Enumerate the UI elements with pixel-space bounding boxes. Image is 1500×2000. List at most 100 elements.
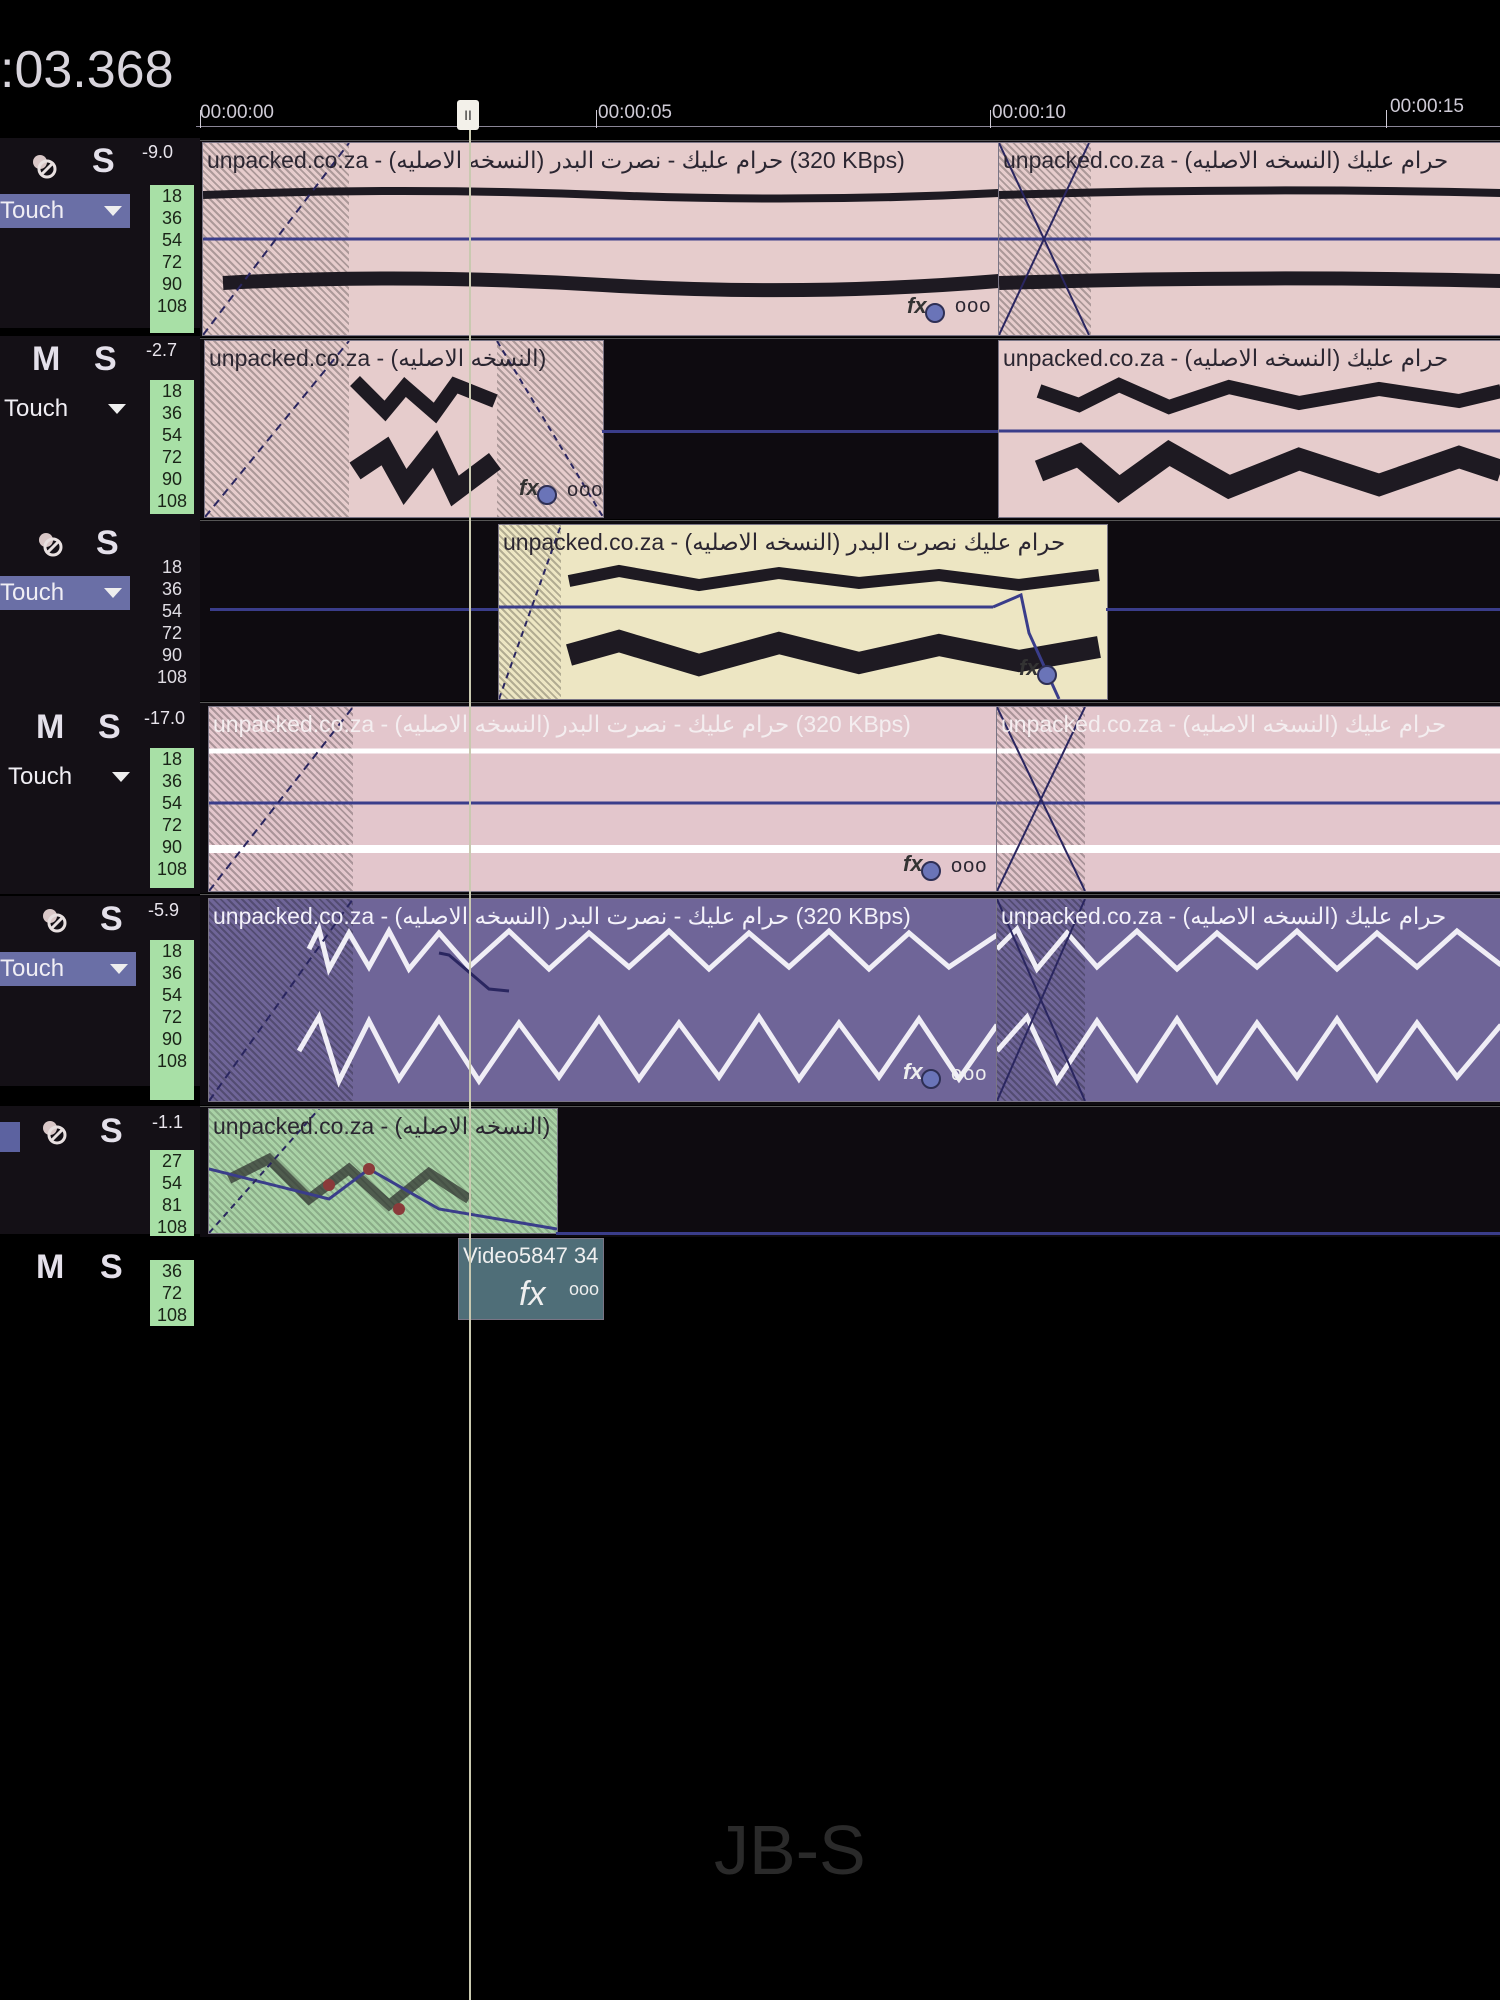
audio-clip[interactable]: unpacked.co.za - (النسخه الاصليه) حرام ع… [996, 706, 1500, 892]
chevron-down-icon [108, 404, 126, 414]
meter-tick: 72 [161, 447, 183, 467]
level-meter: 18 36 54 72 90 108 [150, 380, 194, 514]
automation-mode-dropdown[interactable] [0, 1122, 20, 1152]
timecode-display: :03.368 [0, 41, 174, 99]
solo-button[interactable]: S [94, 340, 117, 379]
meter-tick: 36 [161, 771, 183, 791]
level-meter: 36 72 108 [150, 1260, 194, 1326]
meter-tick: 108 [156, 1217, 188, 1237]
solo-button[interactable]: S [98, 708, 121, 747]
chevron-down-icon [104, 206, 122, 216]
fx-label: fx [907, 293, 927, 318]
volume-envelope[interactable] [556, 1232, 1500, 1235]
meter-tick: 108 [156, 859, 188, 879]
fx-label: fx [1019, 655, 1039, 680]
track-volume[interactable]: -5.9 [148, 900, 179, 921]
meter-tick: 90 [161, 837, 183, 857]
track-volume[interactable]: -2.7 [146, 340, 177, 361]
audio-clip[interactable]: unpacked.co.za - (النسخه الاصليه) fx ooo [204, 340, 604, 518]
solo-button[interactable]: S [100, 900, 123, 939]
chevron-down-icon [112, 772, 130, 782]
solo-button[interactable]: S [100, 1248, 123, 1287]
track-volume[interactable]: -17.0 [144, 708, 185, 729]
ruler-tick [990, 110, 991, 128]
level-meter: 18 36 54 72 90 108 [150, 748, 194, 888]
meter-tick: 54 [161, 1173, 183, 1193]
fx-label: fx [903, 1059, 923, 1084]
automation-mode-dropdown[interactable]: Touch [0, 194, 130, 228]
fx-chain-icon[interactable] [40, 906, 68, 934]
audio-clip[interactable]: unpacked.co.za - (النسخه الاصليه) حرام ع… [208, 706, 998, 892]
meter-tick: 36 [161, 1261, 183, 1281]
ruler-label: 00:00:05 [598, 102, 672, 123]
automation-mode-label: Touch [0, 579, 65, 606]
chevron-down-icon [104, 588, 122, 598]
audio-clip[interactable]: unpacked.co.za - (النسخه الاصليه) حرام ع… [208, 898, 998, 1102]
level-meter: 18 36 54 72 90 108 [150, 556, 194, 696]
playhead-cursor[interactable] [469, 120, 471, 2000]
meter-tick: 18 [161, 381, 183, 401]
clip-more-button[interactable]: ooo [951, 1063, 987, 1086]
automation-mode-dropdown[interactable]: Touch [0, 952, 136, 986]
automation-mode-dropdown[interactable]: Touch [4, 392, 134, 426]
fx-chain-icon[interactable] [30, 152, 58, 180]
chevron-down-icon [110, 964, 128, 974]
clip-more-button[interactable]: ooo [567, 479, 603, 502]
volume-envelope[interactable] [1106, 608, 1500, 611]
video-clip[interactable]: Video5847 34 fx ooo [458, 1238, 604, 1320]
automation-mode-dropdown[interactable]: Touch [8, 760, 138, 794]
clip-fx-button[interactable]: fx [519, 1275, 545, 1314]
audio-clip[interactable]: unpacked.co.za - (النسخه الاصليه) حرام ع… [498, 524, 1108, 700]
clip-more-button[interactable]: ooo [951, 855, 987, 878]
meter-tick: 108 [156, 1051, 188, 1071]
meter-tick: 90 [161, 645, 183, 665]
clip-more-button[interactable]: ooo [569, 1279, 599, 1300]
solo-button[interactable]: S [96, 524, 119, 563]
ruler-label: 00:00:00 [200, 102, 274, 123]
solo-button[interactable]: S [100, 1112, 123, 1151]
meter-tick: 72 [161, 623, 183, 643]
automation-mode-label: Touch [0, 197, 65, 224]
audio-clip[interactable]: unpacked.co.za - (النسخه الاصليه) [208, 1108, 558, 1234]
clip-title: Video5847 34 [463, 1243, 599, 1268]
mute-button[interactable]: M [36, 708, 64, 747]
meter-tick: 108 [156, 491, 188, 511]
fx-chain-icon[interactable] [36, 530, 64, 558]
solo-button[interactable]: S [92, 142, 115, 181]
mute-button[interactable]: M [32, 340, 60, 379]
clip-title: unpacked.co.za - (النسخه الاصليه) حرام ع… [207, 147, 905, 173]
fx-knob-icon [925, 303, 945, 323]
meter-tick: 36 [161, 403, 183, 423]
ruler-tick [1386, 110, 1387, 128]
audio-clip[interactable]: unpacked.co.za - (النسخه الاصليه) حرام ع… [998, 340, 1500, 518]
playhead-marker[interactable]: II [457, 100, 479, 130]
meter-tick: 18 [161, 749, 183, 769]
meter-tick: 54 [161, 601, 183, 621]
meter-tick: 18 [161, 186, 183, 206]
volume-envelope[interactable] [210, 608, 498, 611]
automation-mode-dropdown[interactable]: Touch [0, 576, 130, 610]
clip-more-button[interactable]: ooo [955, 295, 991, 318]
level-meter: 18 36 54 72 90 108 [150, 940, 194, 1100]
timeline-ruler[interactable] [196, 126, 1500, 127]
meter-tick: 36 [161, 963, 183, 983]
meter-tick: 54 [161, 985, 183, 1005]
track-volume[interactable]: -9.0 [142, 142, 173, 163]
fx-chain-icon[interactable] [40, 1118, 68, 1146]
meter-tick: 36 [161, 579, 183, 599]
fx-knob-icon [537, 485, 557, 505]
audio-clip[interactable]: unpacked.co.za - (النسخه الاصليه) حرام ع… [996, 898, 1500, 1102]
audio-clip[interactable]: unpacked.co.za - (النسخه الاصليه) حرام ع… [998, 142, 1500, 336]
clip-fx-button[interactable]: fx [1019, 655, 1075, 685]
mute-button[interactable]: M [36, 1248, 64, 1287]
fx-label: fx [903, 851, 923, 876]
fx-knob-icon [1037, 665, 1057, 685]
automation-mode-label: Touch [4, 395, 69, 422]
audio-clip[interactable]: unpacked.co.za - (النسخه الاصليه) حرام ع… [202, 142, 1000, 336]
clip-title: unpacked.co.za - (النسخه الاصليه) حرام ع… [1003, 147, 1449, 173]
track-volume[interactable]: -1.1 [152, 1112, 183, 1133]
volume-envelope[interactable] [602, 430, 998, 433]
automation-mode-label: Touch [0, 955, 65, 982]
meter-tick: 90 [161, 469, 183, 489]
clip-title: unpacked.co.za - (النسخه الاصليه) حرام ع… [213, 903, 911, 929]
